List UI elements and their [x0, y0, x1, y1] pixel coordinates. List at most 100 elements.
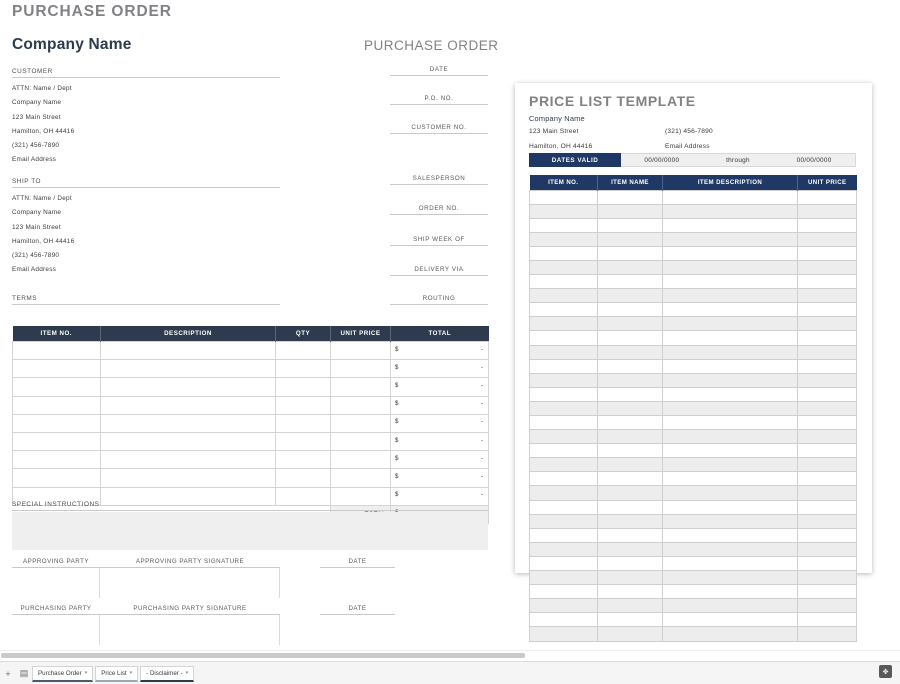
- cell-unit-price[interactable]: [797, 274, 857, 290]
- table-row[interactable]: $ -: [12, 359, 489, 379]
- cell-item-no[interactable]: [529, 344, 598, 360]
- cell-item-no[interactable]: [529, 372, 598, 388]
- chevron-down-icon[interactable]: ▾: [186, 670, 189, 676]
- cell-item-no[interactable]: [529, 245, 598, 261]
- cell-item-no[interactable]: [529, 316, 598, 332]
- cell-item-no[interactable]: [529, 274, 598, 290]
- cell-item-description[interactable]: [662, 457, 798, 473]
- table-row[interactable]: [529, 612, 857, 628]
- cell-unit-price[interactable]: [797, 626, 857, 642]
- cell-item-no[interactable]: [529, 259, 598, 276]
- resize-grip-button[interactable]: ✥: [879, 665, 892, 678]
- cell-item-name[interactable]: [597, 555, 663, 572]
- price-list-company-name[interactable]: Company Name: [529, 114, 585, 123]
- purchasing-party-cell[interactable]: PURCHASING PARTY: [12, 605, 100, 645]
- sheet-tab-disclaimer[interactable]: - Disclaimer - ▾: [140, 665, 195, 682]
- all-sheets-icon[interactable]: ▤: [16, 668, 32, 679]
- table-row[interactable]: $ -: [12, 395, 489, 415]
- table-row[interactable]: [529, 372, 857, 388]
- cell-item-description[interactable]: [662, 217, 798, 233]
- table-row[interactable]: [529, 457, 857, 473]
- cell-item-no[interactable]: [529, 231, 598, 247]
- cell-unit-price[interactable]: [797, 358, 857, 374]
- cell-item-no[interactable]: [529, 626, 598, 642]
- special-instructions-input[interactable]: [12, 512, 488, 550]
- price-list-street[interactable]: 123 Main Street: [529, 128, 579, 135]
- date-to-input[interactable]: 00/00/0000: [797, 157, 832, 164]
- table-row[interactable]: [529, 274, 857, 290]
- table-row[interactable]: [529, 316, 857, 332]
- table-row[interactable]: [529, 259, 857, 276]
- table-row[interactable]: [529, 344, 857, 360]
- table-row[interactable]: [529, 471, 857, 487]
- cell-qty[interactable]: [275, 395, 331, 415]
- cell-item-name[interactable]: [597, 372, 663, 388]
- cell-item-name[interactable]: [597, 457, 663, 473]
- table-row[interactable]: [529, 189, 857, 205]
- cell-item-name[interactable]: [597, 274, 663, 290]
- table-row[interactable]: [529, 203, 857, 219]
- cell-item-no[interactable]: [529, 414, 598, 431]
- customer-attn[interactable]: ATTN: Name / Dept: [12, 85, 280, 92]
- cell-item-description[interactable]: [662, 527, 798, 543]
- table-row[interactable]: [529, 584, 857, 600]
- table-row[interactable]: [529, 527, 857, 543]
- cell-item-no[interactable]: [529, 189, 598, 205]
- cell-item-no[interactable]: [529, 443, 598, 459]
- cell-item-name[interactable]: [597, 358, 663, 374]
- table-row[interactable]: $ -: [12, 431, 489, 452]
- cell-item-name[interactable]: [597, 386, 663, 402]
- table-row[interactable]: [529, 358, 857, 374]
- customer-city-state-zip[interactable]: Hamilton, OH 44416: [12, 128, 280, 135]
- cell-unit-price[interactable]: [330, 468, 391, 488]
- cell-total[interactable]: $ -: [390, 413, 489, 433]
- cell-item-no[interactable]: [529, 612, 598, 628]
- cell-item-description[interactable]: [662, 344, 798, 360]
- cell-unit-price[interactable]: [797, 429, 857, 445]
- cell-item-description[interactable]: [662, 414, 798, 431]
- price-list-city[interactable]: Hamilton, OH 44416: [529, 143, 592, 150]
- cell-item-name[interactable]: [597, 471, 663, 487]
- ship-to-company[interactable]: Company Name: [12, 209, 280, 216]
- cell-qty[interactable]: [275, 450, 331, 470]
- table-row[interactable]: [529, 414, 857, 431]
- chevron-down-icon[interactable]: ▾: [130, 670, 133, 676]
- cell-unit-price[interactable]: [797, 288, 857, 304]
- cell-unit-price[interactable]: [797, 330, 857, 346]
- table-row[interactable]: [529, 541, 857, 557]
- table-row[interactable]: [529, 429, 857, 445]
- table-row[interactable]: [529, 499, 857, 515]
- cell-item-no[interactable]: [529, 584, 598, 600]
- terms-field[interactable]: TERMS: [12, 295, 280, 305]
- cell-total[interactable]: $ -: [390, 431, 489, 452]
- cell-unit-price[interactable]: [797, 217, 857, 233]
- cell-qty[interactable]: [275, 468, 331, 488]
- approving-signature-input[interactable]: [100, 568, 280, 598]
- table-row[interactable]: [529, 386, 857, 402]
- table-row[interactable]: [529, 513, 857, 529]
- cell-item-no[interactable]: [12, 413, 101, 433]
- cell-item-name[interactable]: [597, 499, 663, 515]
- cell-item-description[interactable]: [662, 358, 798, 374]
- table-row[interactable]: [529, 598, 857, 614]
- cell-item-description[interactable]: [662, 513, 798, 529]
- cell-total[interactable]: $ -: [390, 359, 489, 379]
- cell-item-no[interactable]: [12, 450, 101, 470]
- cell-item-name[interactable]: [597, 259, 663, 276]
- ship-to-city-state-zip[interactable]: Hamilton, OH 44416: [12, 238, 280, 245]
- approving-party-cell[interactable]: APPROVING PARTY: [12, 558, 100, 598]
- table-row[interactable]: [529, 245, 857, 261]
- cell-description[interactable]: [100, 395, 276, 415]
- customer-street[interactable]: 123 Main Street: [12, 114, 280, 121]
- cell-item-no[interactable]: [12, 431, 101, 452]
- cell-item-no[interactable]: [529, 570, 598, 586]
- cell-unit-price[interactable]: [797, 541, 857, 557]
- field-routing[interactable]: ROUTING: [390, 295, 488, 305]
- cell-item-no[interactable]: [529, 457, 598, 473]
- cell-unit-price[interactable]: [797, 527, 857, 543]
- cell-item-name[interactable]: [597, 570, 663, 586]
- approving-signature-cell[interactable]: APPROVING PARTY SIGNATURE: [100, 558, 280, 598]
- cell-item-no[interactable]: [529, 288, 598, 304]
- cell-unit-price[interactable]: [797, 443, 857, 459]
- table-row[interactable]: [529, 217, 857, 233]
